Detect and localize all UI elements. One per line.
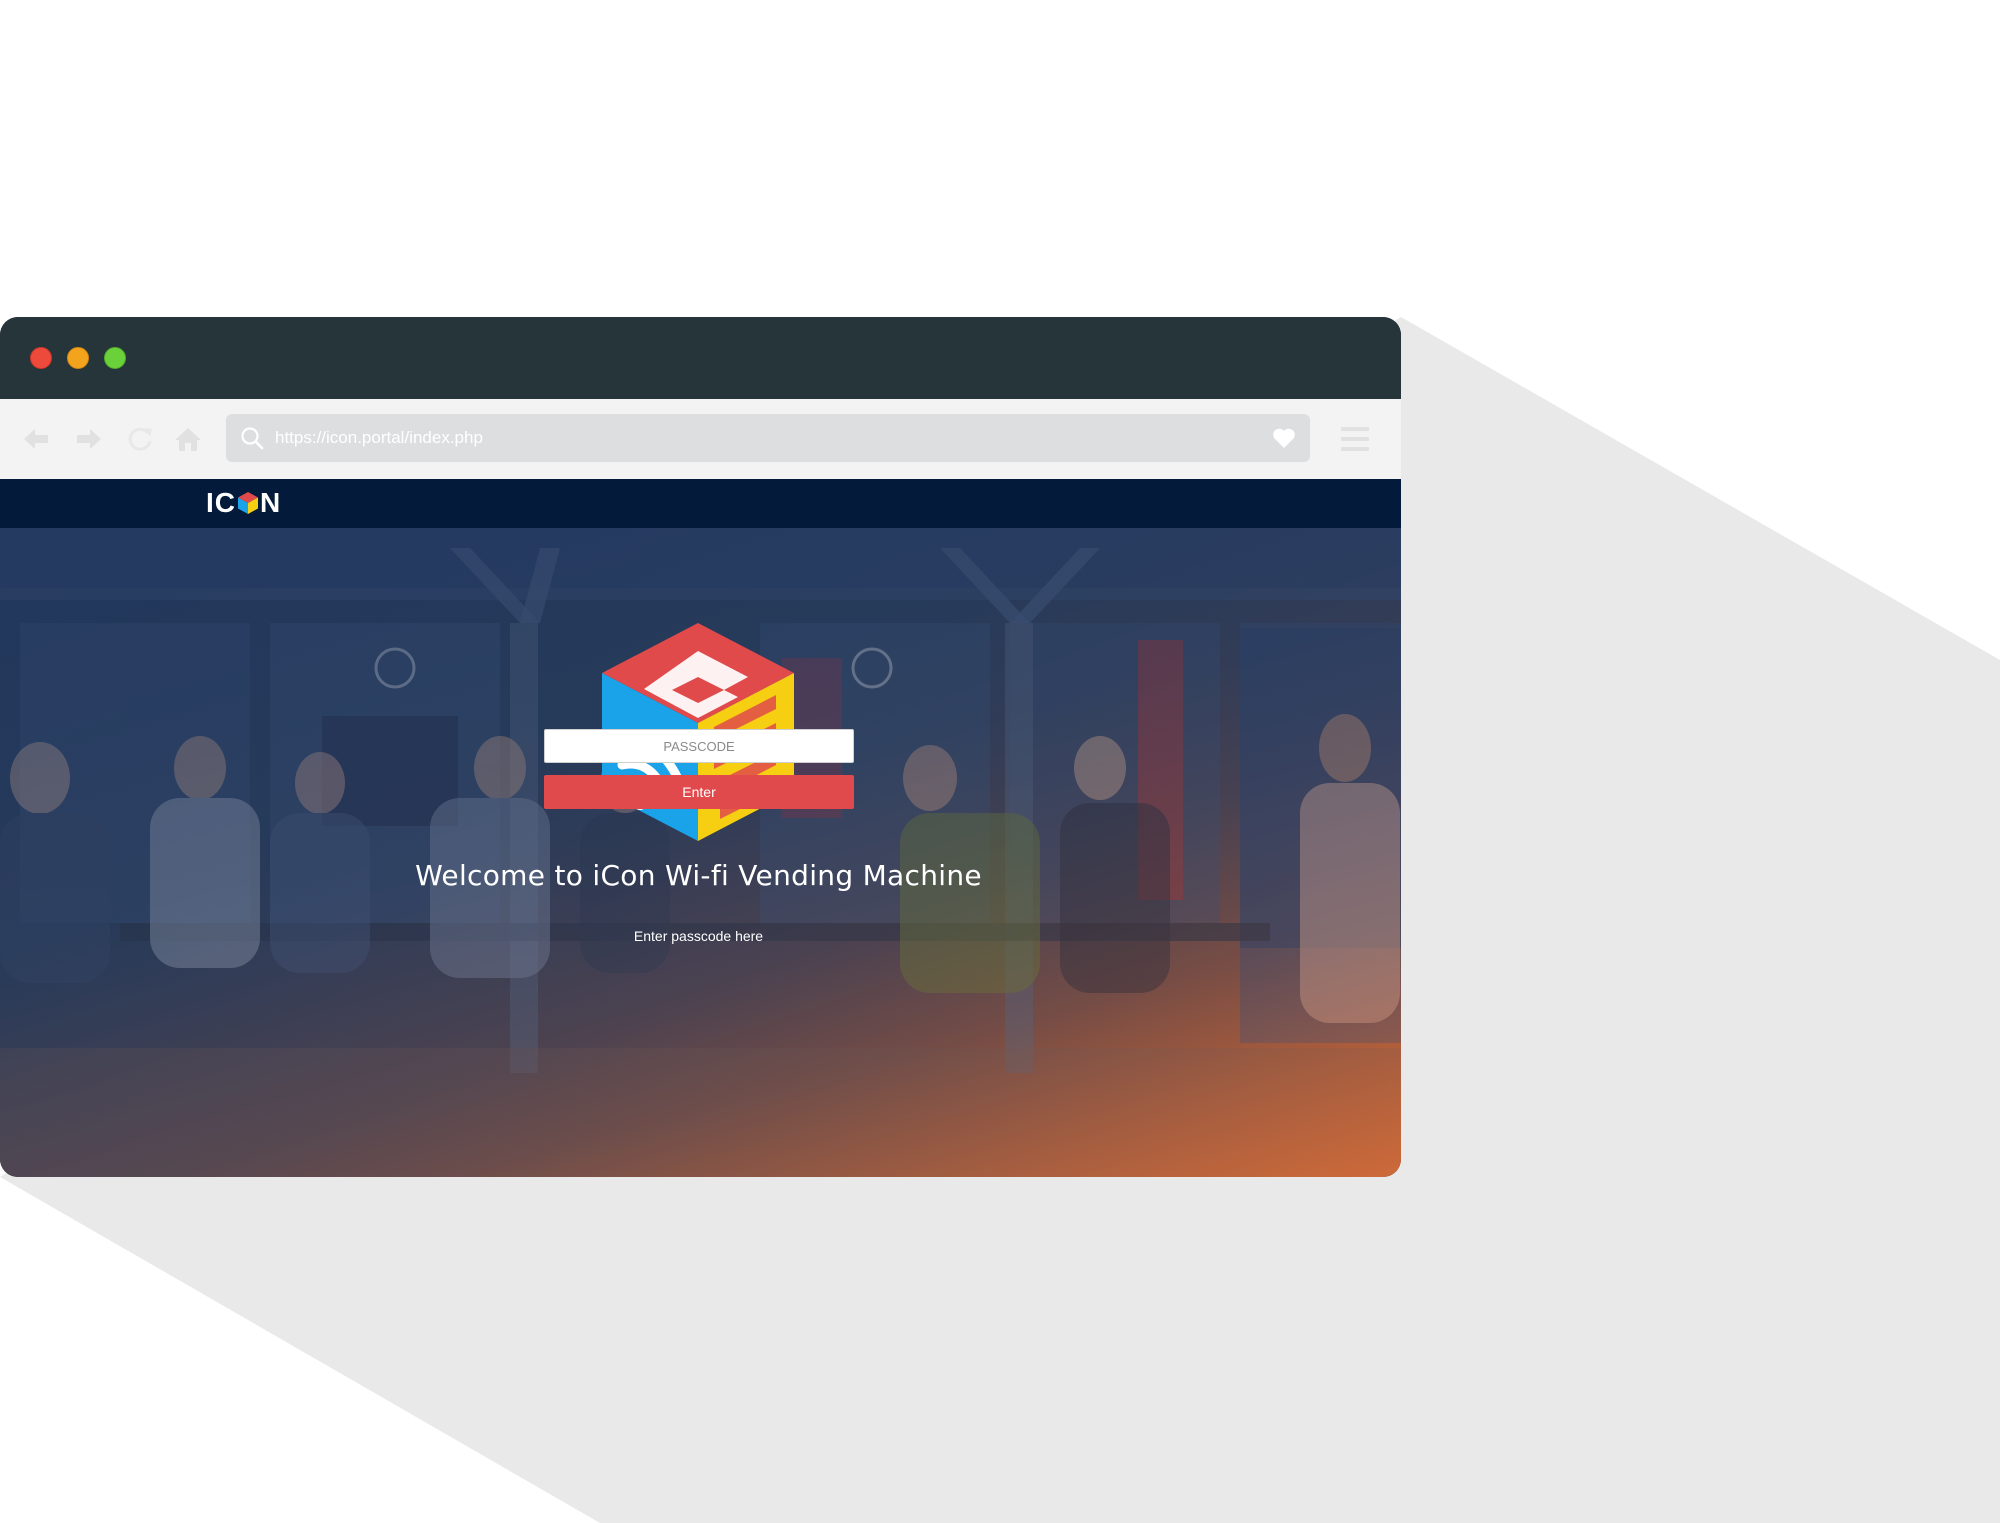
address-bar[interactable]: https://icon.portal/index.php	[226, 414, 1310, 462]
passcode-label: Enter passcode here	[633, 928, 764, 944]
close-dot-icon[interactable]	[30, 347, 52, 369]
minimize-dot-icon[interactable]	[67, 347, 89, 369]
hero-section: Welcome to iCon Wi-fi Vending Machine En…	[0, 528, 1401, 1177]
enter-button[interactable]: Enter	[544, 775, 854, 809]
arrow-right-icon[interactable]	[75, 425, 103, 453]
reload-icon[interactable]	[126, 425, 154, 453]
site-logo[interactable]: IC N	[206, 486, 281, 520]
heart-icon[interactable]	[1272, 427, 1296, 449]
passcode-input[interactable]	[544, 729, 854, 763]
address-url[interactable]: https://icon.portal/index.php	[275, 414, 483, 462]
arrow-left-icon[interactable]	[22, 425, 50, 453]
hamburger-menu-icon[interactable]	[1341, 427, 1369, 453]
site-logo-left: IC	[206, 487, 236, 518]
browser-toolbar: https://icon.portal/index.php	[0, 399, 1401, 479]
home-icon[interactable]	[174, 425, 202, 453]
site-logo-right: N	[260, 487, 282, 518]
site-navbar: IC N	[0, 479, 1401, 528]
search-icon	[240, 426, 264, 450]
welcome-heading: Welcome to iCon Wi-fi Vending Machine	[415, 859, 982, 892]
cube-logo-icon	[238, 492, 258, 514]
window-titlebar	[0, 317, 1401, 399]
maximize-dot-icon[interactable]	[104, 347, 126, 369]
